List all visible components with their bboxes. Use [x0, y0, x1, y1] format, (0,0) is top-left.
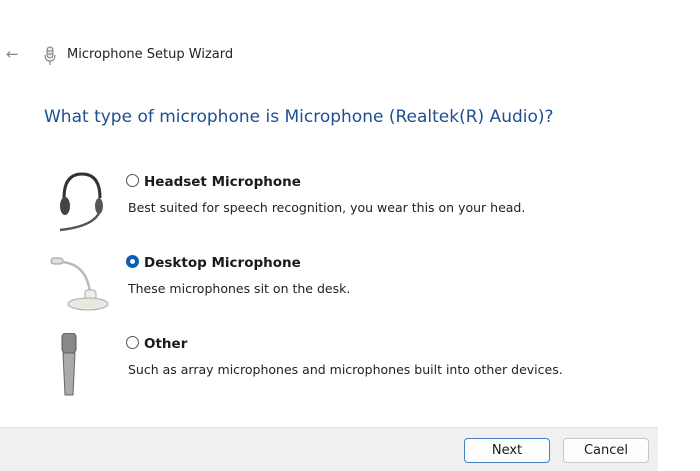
- window-title: Microphone Setup Wizard: [67, 47, 234, 62]
- desktop-microphone-icon: [50, 257, 109, 311]
- headset-label: Headset Microphone: [144, 174, 301, 190]
- next-button[interactable]: Next: [464, 438, 550, 463]
- page-heading: What type of microphone is Microphone (R…: [44, 107, 554, 127]
- back-arrow-icon[interactable]: ←: [6, 45, 19, 63]
- other-option[interactable]: Other: [126, 336, 187, 352]
- headset-description: Best suited for speech recognition, you …: [128, 200, 526, 215]
- other-label: Other: [144, 336, 188, 352]
- desktop-label: Desktop Microphone: [144, 255, 301, 271]
- footer-bar: [0, 427, 658, 471]
- headset-radio[interactable]: [126, 174, 139, 187]
- microphone-icon: [44, 46, 56, 65]
- headset-icon: [59, 172, 103, 232]
- cancel-button[interactable]: Cancel: [563, 438, 649, 463]
- desktop-option[interactable]: Desktop Microphone: [126, 255, 301, 271]
- desktop-description: These microphones sit on the desk.: [128, 281, 351, 296]
- handheld-microphone-icon: [61, 333, 77, 396]
- other-radio[interactable]: [126, 336, 139, 349]
- headset-option[interactable]: Headset Microphone: [126, 174, 301, 190]
- desktop-radio[interactable]: [126, 255, 139, 268]
- other-description: Such as array microphones and microphone…: [128, 362, 563, 377]
